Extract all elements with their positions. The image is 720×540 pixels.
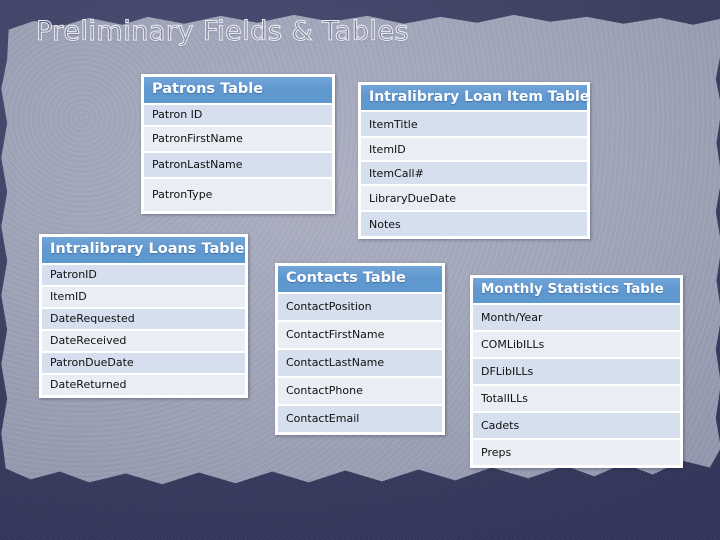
table-row: DFLibILLs xyxy=(473,356,680,384)
table-row: ItemID xyxy=(42,284,245,307)
table-row: COMLibILLs xyxy=(473,329,680,357)
table-row: LibraryDueDate xyxy=(361,184,587,211)
table-row: TotalILLs xyxy=(473,383,680,411)
table-row: ContactFirstName xyxy=(278,319,442,348)
table-header-monthlystats: Monthly Statistics Table xyxy=(473,278,680,303)
table-card-loans: Intralibrary Loans Table PatronID ItemID Da… xyxy=(39,234,248,398)
table-row: ItemTitle xyxy=(361,110,587,137)
table-card-monthlystats: Monthly Statistics Table Month/Year COMLib… xyxy=(470,275,683,468)
table-row: ContactLastName xyxy=(278,347,442,376)
table-row: PatronLastName xyxy=(144,150,332,177)
table-header-contacts: Contacts Table xyxy=(278,266,442,292)
table-row: Cadets xyxy=(473,410,680,438)
table-row: DateRequested xyxy=(42,306,245,329)
page-title: Preliminary Fields & Tables xyxy=(35,15,410,47)
table-row: ContactPhone xyxy=(278,375,442,404)
table-row: ContactEmail xyxy=(278,403,442,432)
table-row: ItemCall# xyxy=(361,160,587,185)
table-row: Patron ID xyxy=(144,102,332,125)
slide-canvas: Preliminary Fields & Tables Patrons Tabl… xyxy=(0,0,720,540)
table-header-patrons: Patrons Table xyxy=(144,77,332,103)
table-row: PatronID xyxy=(42,262,245,285)
table-row: Month/Year xyxy=(473,302,680,330)
table-row: PatronType xyxy=(144,176,332,211)
table-row: PatronFirstName xyxy=(144,124,332,151)
table-row: DateReturned xyxy=(42,372,245,395)
table-header-loanitem: Intralibrary Loan Item Table xyxy=(361,85,589,111)
table-card-contacts: Contacts Table ContactPosition ContactFirs… xyxy=(275,263,445,435)
table-row: ContactPosition xyxy=(278,291,442,320)
table-row: Preps xyxy=(473,437,680,465)
table-row: DateReceived xyxy=(42,328,245,351)
table-row: ItemID xyxy=(361,136,587,161)
table-row: PatronDueDate xyxy=(42,350,245,373)
table-row: Notes xyxy=(361,210,587,237)
table-card-loanitem: Intralibrary Loan Item Table ItemTitle Ite… xyxy=(358,82,590,240)
table-header-loans: Intralibrary Loans Table xyxy=(42,237,245,263)
table-card-patrons: Patrons Table Patron ID PatronFirstName Pat… xyxy=(141,74,335,214)
